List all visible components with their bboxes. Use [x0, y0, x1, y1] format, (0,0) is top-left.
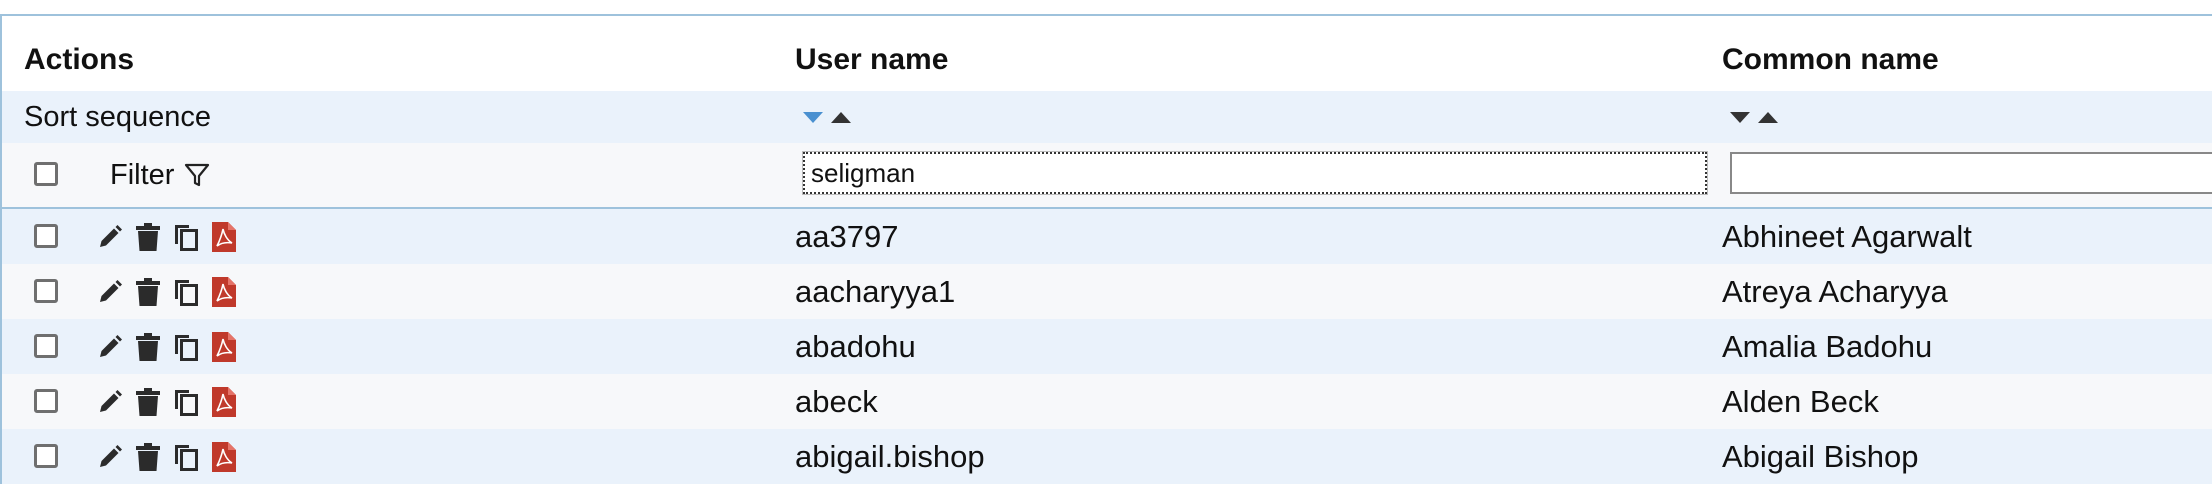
user-list-table: Actions User name Common name Sort seque… [0, 14, 2212, 484]
common-name-cell: Amalia Badohu [1722, 328, 1933, 364]
copy-icon[interactable] [172, 386, 200, 418]
actions-column-header: Actions [24, 42, 135, 76]
user-name-cell[interactable]: aacharyya1 [795, 264, 955, 319]
table-row: abeck Alden Beck [2, 374, 2212, 429]
sort-ascending-icon[interactable] [1758, 111, 1778, 123]
row-actions [96, 209, 248, 264]
delete-icon[interactable] [134, 221, 162, 253]
user-name-column-header[interactable]: User name [795, 16, 948, 97]
row-select-cell [2, 264, 92, 319]
filter-row: Filter [2, 143, 2212, 209]
row-checkbox[interactable] [34, 389, 58, 413]
user-name-cell[interactable]: abigail.bishop [795, 429, 985, 484]
table-row: aacharyya1 Atreya Acharyya [2, 264, 2212, 319]
row-select-cell [2, 319, 92, 374]
common-name-sort-controls [1730, 91, 1786, 143]
table-row: aa3797 Abhineet Agarwalt [2, 209, 2212, 264]
edit-icon[interactable] [96, 331, 124, 363]
edit-icon[interactable] [96, 221, 124, 253]
common-name-cell: Abhineet Agarwalt [1722, 218, 1972, 254]
copy-icon[interactable] [172, 276, 200, 308]
common-name-cell: Abigail Bishop [1722, 438, 1919, 474]
row-select-cell [2, 209, 92, 264]
filter-label-group: Filter [110, 143, 210, 207]
select-all-checkbox[interactable] [34, 162, 58, 186]
select-all-cell [2, 143, 92, 207]
sort-ascending-icon[interactable] [831, 111, 851, 123]
table-header-row: Actions User name Common name [2, 16, 2212, 91]
user-list-table-frame: Actions User name Common name Sort seque… [0, 0, 2212, 490]
common-name-column-header[interactable]: Common name [1722, 16, 1939, 97]
row-checkbox[interactable] [34, 224, 58, 248]
row-checkbox[interactable] [34, 279, 58, 303]
delete-icon[interactable] [134, 276, 162, 308]
sort-descending-icon[interactable] [803, 111, 823, 123]
filter-label: Filter [110, 158, 175, 191]
row-select-cell [2, 374, 92, 429]
user-name-cell[interactable]: abeck [795, 374, 878, 429]
pdf-icon[interactable] [210, 276, 238, 308]
row-actions [96, 264, 248, 319]
user-name-cell[interactable]: aa3797 [795, 209, 898, 264]
user-name-sort-controls [803, 91, 859, 143]
copy-icon[interactable] [172, 221, 200, 253]
row-actions [96, 374, 248, 429]
row-select-cell [2, 429, 92, 484]
row-checkbox[interactable] [34, 444, 58, 468]
common-name-cell: Atreya Acharyya [1722, 273, 1948, 309]
user-name-filter-input[interactable] [802, 151, 1708, 195]
table-row: abadohu Amalia Badohu [2, 319, 2212, 374]
sort-descending-icon[interactable] [1730, 111, 1750, 123]
row-checkbox[interactable] [34, 334, 58, 358]
edit-icon[interactable] [96, 441, 124, 473]
delete-icon[interactable] [134, 331, 162, 363]
pdf-icon[interactable] [210, 331, 238, 363]
table-row: abigail.bishop Abigail Bishop [2, 429, 2212, 484]
row-actions [96, 319, 248, 374]
table-body: aa3797 Abhineet Agarwalt aacharyya1 Atre… [2, 209, 2212, 484]
user-name-cell[interactable]: abadohu [795, 319, 916, 374]
copy-icon[interactable] [172, 331, 200, 363]
filter-icon[interactable] [184, 162, 210, 188]
common-name-filter-input[interactable] [1730, 152, 2212, 194]
common-name-cell: Alden Beck [1722, 383, 1879, 419]
pdf-icon[interactable] [210, 386, 238, 418]
delete-icon[interactable] [134, 441, 162, 473]
copy-icon[interactable] [172, 441, 200, 473]
edit-icon[interactable] [96, 276, 124, 308]
row-actions [96, 429, 248, 484]
delete-icon[interactable] [134, 386, 162, 418]
edit-icon[interactable] [96, 386, 124, 418]
pdf-icon[interactable] [210, 441, 238, 473]
pdf-icon[interactable] [210, 221, 238, 253]
sort-sequence-row: Sort sequence [2, 91, 2212, 143]
sort-sequence-label: Sort sequence [24, 100, 212, 133]
